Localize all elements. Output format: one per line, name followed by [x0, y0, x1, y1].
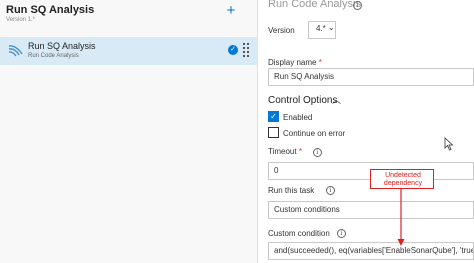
display-name-label: Display name * [268, 58, 322, 67]
task-list-pane: Run SQ Analysis Version 1.* + Run SQ Ana… [0, 0, 258, 263]
info-icon[interactable]: i [313, 148, 322, 157]
annotation-line-2: dependency [383, 180, 423, 187]
plus-icon[interactable]: + [224, 3, 238, 18]
info-icon[interactable]: i [353, 1, 362, 10]
grip-icon[interactable] [243, 43, 249, 58]
task-list-item[interactable]: Run SQ Analysis Run Code Analysis ✓ [0, 37, 258, 65]
timeout-label: Timeout * [268, 147, 302, 156]
continue-on-error-label: Continue on error [283, 129, 346, 138]
version-value: 4.* [316, 24, 326, 33]
info-icon[interactable]: i [326, 186, 335, 195]
required-marker: * [318, 58, 322, 67]
checkmark-circle-icon: ✓ [228, 45, 238, 55]
pipeline-title: Run SQ Analysis [6, 4, 95, 16]
run-this-task-label: Run this task [268, 186, 315, 195]
version-dropdown[interactable]: 4.* ⌄ [308, 21, 336, 39]
chevron-up-icon[interactable]: ︿ [332, 93, 341, 106]
pipeline-header: Run SQ Analysis Version 1.* + [0, 0, 258, 28]
pipeline-version: Version 1.* [6, 17, 36, 23]
task-subtitle: Run Code Analysis [28, 53, 79, 59]
release-editor: Run SQ Analysis Version 1.* + Run SQ Ana… [0, 0, 474, 263]
task-name: Run SQ Analysis [28, 41, 96, 51]
version-label: Version [268, 26, 295, 35]
mouse-pointer-icon [444, 137, 454, 151]
enabled-checkbox[interactable]: ✓ [268, 111, 279, 122]
display-name-input[interactable]: Run SQ Analysis [268, 68, 474, 86]
custom-condition-label: Custom condition [268, 229, 330, 238]
info-icon[interactable]: i [337, 229, 346, 238]
custom-condition-input[interactable]: and(succeeded(), eq(variables['EnableSon… [268, 242, 474, 260]
sonarqube-wave-icon [8, 45, 23, 57]
control-options-header[interactable]: Control Options [268, 95, 337, 106]
annotation-line-1: Undetected [385, 172, 421, 179]
chevron-down-icon: ⌄ [328, 23, 335, 32]
enabled-label: Enabled [283, 113, 313, 122]
task-properties-pane: Run Code Analysis i Version 4.* ⌄ Displa… [258, 0, 474, 263]
annotation-arrow [397, 189, 405, 246]
panel-title: Run Code Analysis [268, 0, 361, 10]
continue-on-error-checkbox[interactable] [268, 127, 279, 138]
run-this-task-dropdown[interactable]: Custom conditions [268, 201, 474, 219]
annotation-callout: Undetected dependency [370, 169, 434, 189]
